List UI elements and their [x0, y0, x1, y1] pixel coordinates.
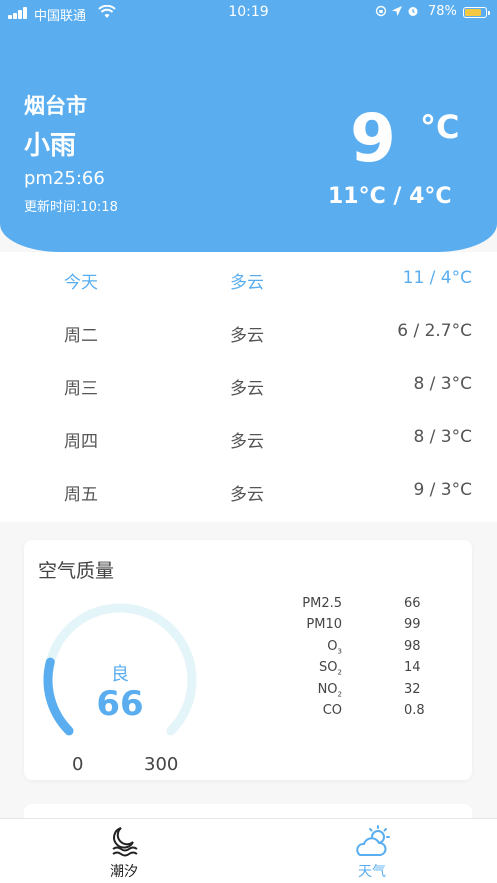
current-temperature: 9 [350, 100, 396, 177]
sun-cloud-icon [356, 825, 390, 856]
temperature-range: 11°C / 4°C [328, 184, 452, 209]
temperature-unit: °C [420, 108, 460, 146]
forecast-condition: 多云 [230, 432, 264, 452]
forecast-row[interactable]: 周五 多云 9 / 3°C [0, 464, 497, 517]
pollutant-value: 0.8 [404, 703, 425, 718]
pollutant-value: 98 [404, 639, 421, 654]
forecast-condition: 多云 [230, 485, 264, 505]
rotation-lock-icon [375, 5, 387, 17]
status-icons [375, 5, 419, 20]
pollutant-row: PM10 99 [24, 617, 472, 638]
battery-percent: 78% [428, 4, 457, 19]
battery-icon [463, 7, 490, 18]
pollutant-value: 99 [404, 617, 421, 632]
pollutant-row: PM2.5 66 [24, 596, 472, 617]
pollutant-row: O3 98 [24, 639, 472, 660]
forecast-row[interactable]: 今天 多云 11 / 4°C [0, 252, 497, 305]
forecast-temp: 6 / 2.7°C [397, 321, 472, 341]
pollutant-name: O3 [327, 639, 342, 656]
tab-weather-label: 天气 [358, 864, 386, 880]
forecast-condition: 多云 [230, 326, 264, 346]
forecast-list: 今天 多云 11 / 4°C 周二 多云 6 / 2.7°C 周三 多云 8 /… [0, 252, 497, 522]
forecast-temp: 11 / 4°C [402, 268, 472, 288]
pm25-text: pm25:66 [24, 168, 105, 189]
pollutant-name: PM10 [306, 617, 342, 632]
forecast-row[interactable]: 周四 多云 8 / 3°C [0, 411, 497, 464]
forecast-temp: 9 / 3°C [413, 480, 472, 500]
alarm-icon [408, 7, 418, 16]
air-quality-card: 空气质量 良 66 0 300 PM2.5 66 PM10 99 O3 98 S… [24, 540, 472, 780]
location-icon [391, 6, 402, 16]
forecast-row[interactable]: 周二 多云 6 / 2.7°C [0, 305, 497, 358]
gauge-max-label: 300 [144, 754, 179, 775]
forecast-day: 周四 [64, 432, 98, 452]
city-name: 烟台市 [24, 94, 87, 118]
pollutant-name: PM2.5 [302, 596, 342, 611]
status-bar: 中国联通 10:19 78% [0, 0, 497, 26]
tab-tide-label: 潮汐 [110, 864, 138, 880]
pollutant-value: 66 [404, 596, 421, 611]
gauge-min-label: 0 [72, 754, 84, 775]
forecast-condition: 多云 [230, 379, 264, 399]
moon-waves-icon [112, 827, 138, 857]
tab-tide[interactable]: 潮汐 [0, 819, 248, 883]
forecast-day: 今天 [64, 273, 98, 293]
pollutant-name: NO2 [317, 682, 342, 699]
forecast-condition: 多云 [230, 273, 264, 293]
forecast-day: 周三 [64, 379, 98, 399]
pollutant-value: 14 [404, 660, 421, 675]
forecast-day: 周二 [64, 326, 98, 346]
pollutant-row: CO 0.8 [24, 703, 472, 724]
forecast-temp: 8 / 3°C [413, 427, 472, 447]
pollutant-row: SO2 14 [24, 660, 472, 681]
air-quality-title: 空气质量 [38, 560, 115, 582]
forecast-row[interactable]: 周三 多云 8 / 3°C [0, 358, 497, 411]
tab-weather[interactable]: 天气 [248, 819, 496, 883]
pollutant-value: 32 [404, 682, 421, 697]
weather-header: 中国联通 10:19 78% 烟台市 小雨 pm25:66 更新时间:10:18… [0, 0, 497, 252]
forecast-temp: 8 / 3°C [413, 374, 472, 394]
pollutant-row: NO2 32 [24, 682, 472, 703]
pollutant-name: SO2 [319, 660, 342, 677]
pollutant-name: CO [322, 703, 342, 718]
tab-bar: 潮汐 天气 [0, 818, 497, 883]
weather-condition: 小雨 [24, 131, 77, 161]
forecast-day: 周五 [64, 485, 98, 505]
status-time: 10:19 [228, 4, 269, 20]
update-time: 更新时间:10:18 [24, 200, 118, 215]
